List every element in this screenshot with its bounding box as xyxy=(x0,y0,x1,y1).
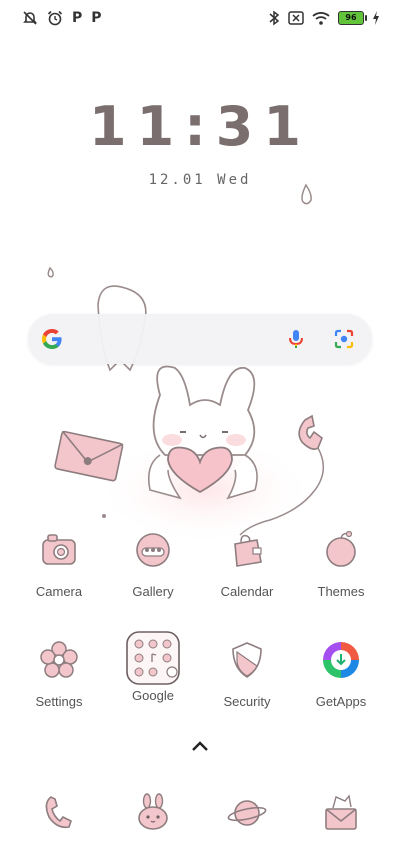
app-gallery[interactable]: Gallery xyxy=(111,530,195,599)
app-label: Settings xyxy=(35,694,83,709)
app-security[interactable]: Security xyxy=(205,640,289,709)
app-drawer-arrow-icon[interactable] xyxy=(188,738,212,754)
battery-icon: 96 xyxy=(338,11,367,25)
google-folder-icon xyxy=(126,631,180,685)
camera-icon xyxy=(42,534,76,565)
browser-planet-icon[interactable] xyxy=(227,793,267,833)
bluetooth-icon xyxy=(269,10,280,26)
app-label: Camera xyxy=(35,584,83,599)
notifications-off-icon xyxy=(23,11,37,25)
google-logo[interactable] xyxy=(40,327,64,351)
app-label: Themes xyxy=(317,584,365,599)
phone-icon[interactable] xyxy=(39,793,79,833)
messages-bunny-icon[interactable] xyxy=(133,793,173,833)
app-google-folder[interactable]: Google xyxy=(111,630,195,703)
charging-icon xyxy=(373,11,379,25)
getapps-icon xyxy=(323,642,359,678)
app-settings[interactable]: Settings xyxy=(17,640,101,709)
settings-flower-icon xyxy=(40,641,78,678)
wifi-icon xyxy=(312,12,330,25)
app-label: GetApps xyxy=(315,694,367,709)
app-getapps[interactable]: GetApps xyxy=(299,640,383,709)
p-icon: P xyxy=(72,10,83,26)
app-themes[interactable]: Themes xyxy=(299,530,383,599)
sim-off-icon xyxy=(288,11,304,25)
themes-icon xyxy=(326,530,356,567)
calendar-icon xyxy=(234,534,262,567)
lens-icon[interactable] xyxy=(332,327,356,351)
app-label: Security xyxy=(223,694,271,709)
app-label: Calendar xyxy=(220,584,274,599)
mic-icon[interactable] xyxy=(284,327,308,351)
gallery-icon xyxy=(136,533,170,567)
app-camera[interactable]: Camera xyxy=(17,530,101,599)
status-bar: P P 96 xyxy=(0,0,400,36)
google-search-bar[interactable] xyxy=(28,314,372,364)
app-label: Google xyxy=(132,688,174,703)
mail-envelope-icon[interactable] xyxy=(321,793,361,833)
clock-time[interactable]: 11:31 xyxy=(0,95,400,158)
p-icon: P xyxy=(91,10,102,26)
security-shield-icon xyxy=(232,642,262,678)
app-calendar[interactable]: Calendar xyxy=(205,530,289,599)
app-label: Gallery xyxy=(132,584,174,599)
wallpaper-bunny-illustration xyxy=(47,183,324,545)
alarm-icon xyxy=(47,10,63,26)
